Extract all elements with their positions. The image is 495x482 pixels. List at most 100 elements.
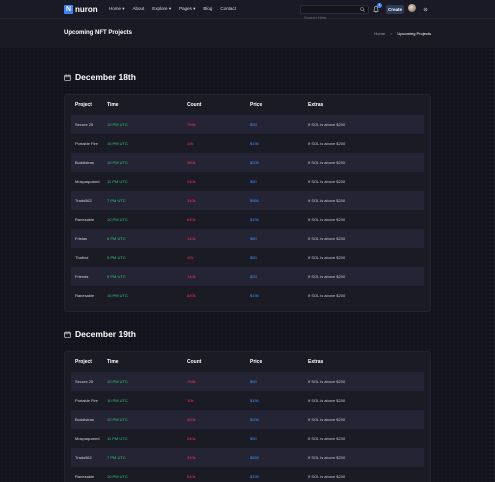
cell-extras: If SOL is above $200 [308, 236, 346, 241]
cell-count: 240k [187, 436, 196, 441]
cell-extras: If SOL is above $200 [308, 198, 346, 203]
cell-time: 11 PM UTC [107, 179, 128, 184]
table-row[interactable]: Buddistras 10 PM UTC 360k $200 If SOL is… [71, 410, 424, 429]
section-december-19: December 19th Project Time Count Price E… [64, 327, 431, 482]
cell-count: 798k [187, 379, 196, 384]
cell-project: Ranesable [75, 217, 95, 222]
calendar-icon [64, 330, 71, 338]
cell-time: 10 PM UTC [107, 293, 128, 298]
cell-project: Trads562 [75, 455, 92, 460]
cell-time: 10 PM UTC [107, 160, 128, 165]
cell-price: $200 [250, 160, 259, 165]
table-row[interactable]: Mospaquared 11 PM UTC 240k $90 If SOL is… [71, 429, 424, 448]
table-row[interactable]: Trads562 7 PM UTC 340k $560 If SOL is ab… [71, 191, 424, 210]
cell-extras: If SOL is above $200 [308, 455, 346, 460]
main-nav: Home ▾ About Explore ▾ Pages ▾ Blog Cont… [109, 6, 236, 12]
avatar[interactable] [408, 4, 416, 12]
cell-count: 340k [187, 198, 196, 203]
col-count: Count [187, 359, 202, 365]
settings-icon[interactable] [423, 7, 428, 12]
cell-time: 10 PM UTC [107, 217, 128, 222]
table-row[interactable]: Fristas 6 PM UTC 140k $80 If SOL is abov… [71, 229, 424, 248]
table-row[interactable]: Ranesable 10 PM UTC 640k $190 If SOL is … [71, 210, 424, 229]
col-count: Count [187, 102, 202, 108]
cell-extras: If SOL is above $200 [308, 179, 346, 184]
table-row[interactable]: Ranesable 10 PM UTC 640k $190 If SOL is … [71, 467, 424, 482]
section-header: December 19th [64, 327, 431, 341]
create-button[interactable]: Create [386, 5, 404, 14]
col-price: Price [250, 359, 263, 365]
cell-time: 5 PM UTC [107, 255, 126, 260]
cell-price: $190 [250, 217, 259, 222]
cell-count: 340k [187, 455, 196, 460]
notification-badge: 1 [377, 3, 382, 8]
cell-price: $90 [250, 179, 257, 184]
cell-price: $20 [250, 274, 257, 279]
table-row[interactable]: Ranesable 10 PM UTC 840k $190 If SOL is … [71, 286, 424, 305]
cell-extras: If SOL is above $200 [308, 122, 346, 127]
cell-extras: If SOL is above $200 [308, 398, 346, 403]
cell-project: Portable Fire [75, 398, 98, 403]
cell-extras: If SOL is above $200 [308, 436, 346, 441]
table-row[interactable]: Portable Fire 10 PM UTC 10k $190 If SOL … [71, 134, 424, 153]
cell-time: 7 PM UTC [107, 198, 126, 203]
nav-explore[interactable]: Explore ▾ [152, 6, 171, 12]
breadcrumb: Home > Upcoming Projects [374, 31, 431, 36]
nav-home[interactable]: Home ▾ [109, 6, 125, 12]
cell-extras: If SOL is above $200 [308, 379, 346, 384]
page-title: Upcoming NFT Projects [64, 30, 133, 36]
cell-time: 10 PM UTC [107, 141, 128, 146]
search-box [300, 5, 369, 21]
nav-pages[interactable]: Pages ▾ [179, 6, 195, 12]
breadcrumb-current: Upcoming Projects [397, 31, 431, 36]
table-row[interactable]: Portable Fire 10 PM UTC 10k $190 If SOL … [71, 391, 424, 410]
nav-about[interactable]: About [133, 6, 145, 12]
cell-project: Buddistras [75, 417, 94, 422]
cell-time: 10 PM UTC [107, 379, 128, 384]
cell-count: 140k [187, 274, 196, 279]
table-row[interactable]: Friends 6 PM UTC 140k $20 If SOL is abov… [71, 267, 424, 286]
cell-time: 11 PM UTC [107, 436, 128, 441]
nav-contact[interactable]: Contact [220, 6, 236, 12]
table-row[interactable]: Mospaquared 11 PM UTC 240k $90 If SOL is… [71, 172, 424, 191]
section-date: December 19th [75, 329, 136, 339]
projects-table: Project Time Count Price Extras Secure 2… [64, 351, 431, 482]
nav-blog[interactable]: Blog [203, 6, 212, 12]
cell-project: Friends [75, 274, 89, 279]
col-project: Project [75, 102, 92, 108]
top-navbar: N nuron Home ▾ About Explore ▾ Pages ▾ B… [0, 0, 495, 21]
cell-count: 360k [187, 160, 196, 165]
breadcrumb-separator: > [390, 31, 393, 36]
table-row[interactable]: Trads562 7 PM UTC 340k $560 If SOL is ab… [71, 448, 424, 467]
logo-mark: N [64, 5, 73, 14]
section-header: December 18th [64, 70, 431, 84]
cell-price: $80 [250, 236, 257, 241]
cell-count: 840k [187, 293, 196, 298]
cell-project: Secure 25 [75, 122, 94, 127]
table-row[interactable]: Thafind 5 PM UTC 40k $90 If SOL is above… [71, 248, 424, 267]
col-time: Time [107, 359, 119, 365]
table-row[interactable]: Secure 25 10 PM UTC 798k $90 If SOL is a… [71, 372, 424, 391]
cell-price: $560 [250, 198, 259, 203]
cell-price: $190 [250, 474, 259, 479]
logo[interactable]: N nuron [64, 4, 98, 15]
table-row[interactable]: Buddistras 10 PM UTC 360k $200 If SOL is… [71, 153, 424, 172]
table-row[interactable]: Secure 25 10 PM UTC 798k $90 If SOL is a… [71, 115, 424, 134]
search-icon[interactable] [360, 7, 365, 12]
table-header: Project Time Count Price Extras [71, 95, 424, 115]
cell-project: Trads562 [75, 198, 92, 203]
cell-project: Secure 25 [75, 379, 94, 384]
cell-price: $190 [250, 141, 259, 146]
cell-price: $90 [250, 379, 257, 384]
cell-count: 640k [187, 217, 196, 222]
cell-extras: If SOL is above $200 [308, 217, 346, 222]
cell-count: 640k [187, 474, 196, 479]
cell-time: 7 PM UTC [107, 455, 126, 460]
cell-price: $200 [250, 417, 259, 422]
breadcrumb-home[interactable]: Home [374, 31, 385, 36]
col-extras: Extras [308, 359, 324, 365]
cell-project: Thafind [75, 255, 89, 260]
cell-project: Ranesable [75, 293, 95, 298]
cell-price: $190 [250, 398, 259, 403]
cell-price: $90 [250, 122, 257, 127]
